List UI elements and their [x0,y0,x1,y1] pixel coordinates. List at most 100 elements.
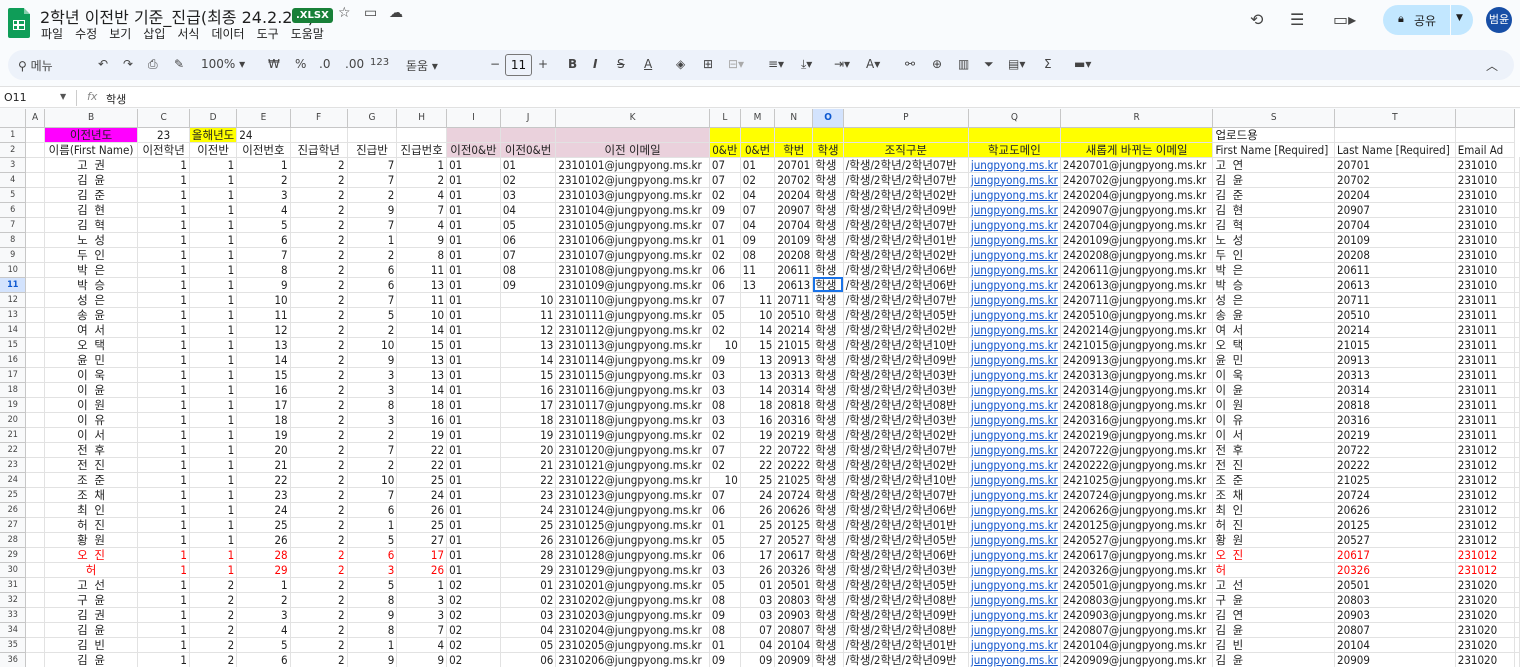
cell[interactable]: 20724 [774,487,814,503]
cell[interactable] [25,427,45,443]
cell[interactable]: 2 [290,442,348,458]
cell[interactable]: 16 [236,382,291,398]
cell[interactable]: 2 [189,577,238,593]
cell[interactable]: 2 [290,247,348,263]
cell[interactable] [1514,652,1520,667]
cell[interactable]: 1 [189,322,238,338]
cell[interactable]: 11 [740,292,776,308]
menu-edit[interactable]: 수정 [75,27,97,41]
cell[interactable] [290,127,348,143]
cell[interactable]: 04 [500,622,557,638]
row-header[interactable]: 1 [0,127,27,143]
cell[interactable]: 14 [396,322,448,338]
cell[interactable]: 조 채 [44,487,139,503]
column-header[interactable]: L [709,109,741,128]
cell[interactable]: 24 [500,502,557,518]
cell[interactable]: 20722 [1334,442,1456,458]
cell[interactable]: 20702 [774,172,814,188]
cell[interactable]: 2 [290,517,348,533]
cell[interactable]: 학생 [812,352,844,368]
cell[interactable]: 20214 [774,322,814,338]
cell[interactable]: /학생/2학년/2학년02반 [843,427,969,443]
cell[interactable]: 10 [709,337,741,353]
cell[interactable]: 13 [396,277,448,293]
cell[interactable]: 2310110@jungpyong.ms.kr [555,292,710,308]
cell[interactable] [1514,277,1520,293]
cell[interactable]: 학생 [812,247,844,263]
cloud-status-icon[interactable]: ☁ [389,5,403,21]
cell[interactable]: 22 [396,457,448,473]
cell[interactable]: 2310126@jungpyong.ms.kr [555,532,710,548]
cell[interactable]: 2420724@jungpyong.ms.kr [1060,487,1214,503]
cell[interactable] [25,157,45,173]
cell[interactable]: /학생/2학년/2학년07반 [843,157,969,173]
cell[interactable]: 9 [236,277,291,293]
cell[interactable]: 학생 [812,382,844,398]
cell[interactable] [25,457,45,473]
cell[interactable] [25,577,45,593]
cell[interactable]: 20803 [774,592,814,608]
cell[interactable]: 20617 [774,547,814,563]
row-header[interactable]: 28 [0,532,27,548]
cell[interactable]: 오 진 [44,547,139,563]
cell[interactable]: 20204 [1334,187,1456,203]
cell[interactable]: 1 [189,382,238,398]
cell[interactable]: 06 [709,502,741,518]
cell[interactable]: 전 진 [44,457,139,473]
cell[interactable]: 231010 [1455,217,1516,233]
cell[interactable]: 231012 [1455,532,1516,548]
cell[interactable]: 1 [137,562,190,578]
cell[interactable]: 231011 [1455,397,1516,413]
cell[interactable]: 23 [500,487,557,503]
cell[interactable]: 07 [709,157,741,173]
cell[interactable]: 2420909@jungpyong.ms.kr [1060,652,1214,667]
cell[interactable]: 2310125@jungpyong.ms.kr [555,517,710,533]
row-header[interactable]: 5 [0,187,27,203]
cell[interactable]: 20326 [774,562,814,578]
cell[interactable]: 2420219@jungpyong.ms.kr [1060,427,1214,443]
cell[interactable]: 05 [500,637,557,653]
column-title[interactable]: First Name [Required] [1212,142,1336,158]
cell[interactable] [1514,592,1520,608]
cell[interactable]: 2420704@jungpyong.ms.kr [1060,217,1214,233]
cell[interactable]: 19 [740,427,776,443]
cell[interactable]: 학생 [812,292,844,308]
cell[interactable]: 이 원 [44,397,139,413]
cell[interactable]: 04 [500,202,557,218]
cell[interactable]: 고 선 [1212,577,1336,593]
column-header[interactable] [1455,109,1516,128]
sheets-logo-icon[interactable] [8,8,30,38]
paint-format-icon[interactable]: ✎ [174,57,184,71]
cell[interactable]: 2310112@jungpyong.ms.kr [555,322,710,338]
cell[interactable]: 21 [236,457,291,473]
cell[interactable]: 2420803@jungpyong.ms.kr [1060,592,1214,608]
cell[interactable]: 1 [137,577,190,593]
cell[interactable]: 2420510@jungpyong.ms.kr [1060,307,1214,323]
cell[interactable]: 2 [290,397,348,413]
cell[interactable]: 01 [446,532,501,548]
cell[interactable]: 15 [500,367,557,383]
cell[interactable]: 1 [189,292,238,308]
cell[interactable]: 1 [189,457,238,473]
cell[interactable]: 1 [137,352,190,368]
cell[interactable]: 2310121@jungpyong.ms.kr [555,457,710,473]
column-title[interactable]: 학교도메인 [968,142,1061,158]
cell[interactable]: 김 윤 [44,622,139,638]
column-header[interactable]: K [555,109,710,128]
cell[interactable]: 01 [446,232,501,248]
cell[interactable]: 01 [446,382,501,398]
cell[interactable]: 13 [740,367,776,383]
cell[interactable]: 20818 [1334,397,1456,413]
cell[interactable]: 231012 [1455,562,1516,578]
cell[interactable]: 1 [137,427,190,443]
cell[interactable]: 1 [137,337,190,353]
this-year-label[interactable]: 올해년도 [189,127,238,143]
cell[interactable]: 13 [396,367,448,383]
cell[interactable]: 1 [189,352,238,368]
cell[interactable]: 17 [740,547,776,563]
cell[interactable]: 3 [236,187,291,203]
cell[interactable]: 2420326@jungpyong.ms.kr [1060,562,1214,578]
cell[interactable]: 2 [290,382,348,398]
cell[interactable]: 231011 [1455,412,1516,428]
cell[interactable]: /학생/2학년/2학년09반 [843,352,969,368]
